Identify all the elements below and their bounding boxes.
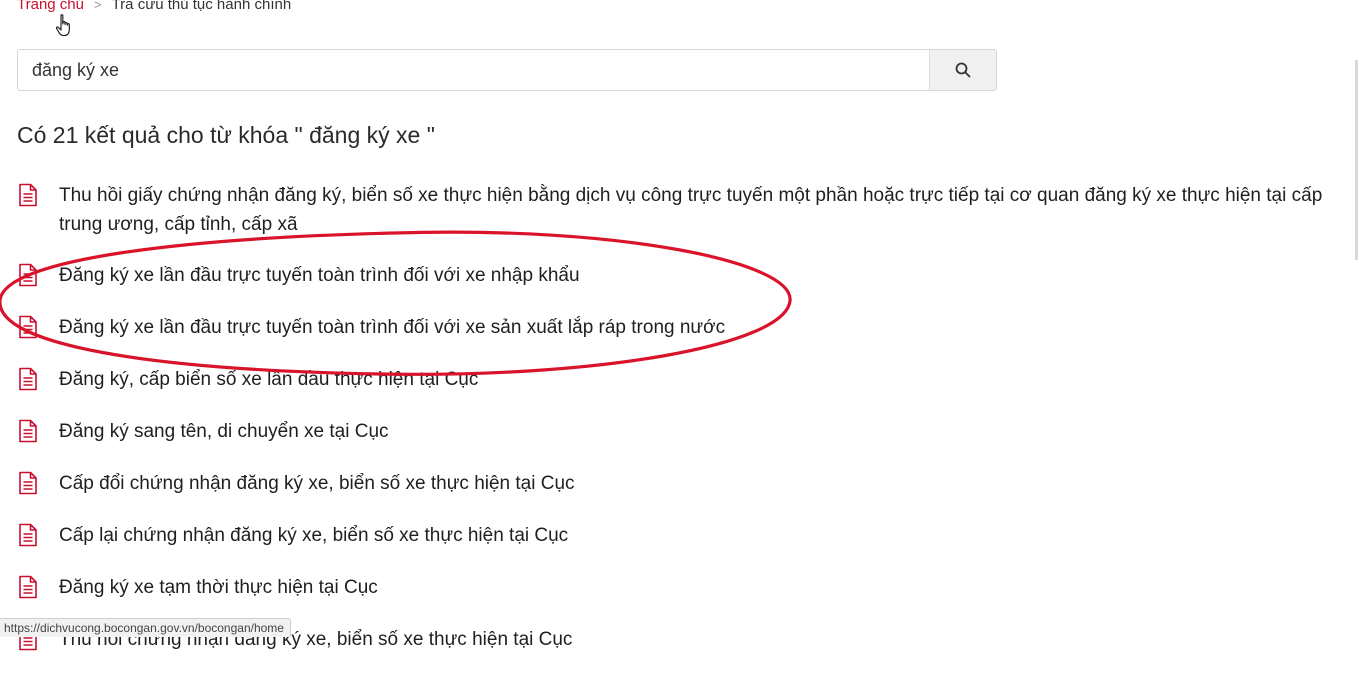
result-link[interactable]: Đăng ký xe tạm thời thực hiện tại Cục	[59, 573, 378, 602]
document-icon	[19, 263, 37, 287]
results-title: Có 21 kết quả cho từ khóa " đăng ký xe "	[17, 122, 435, 148]
result-link[interactable]: Cấp lại chứng nhận đăng ký xe, biển số x…	[59, 521, 568, 550]
result-item[interactable]: Đăng ký xe lần đầu trực tuyến toàn trình…	[17, 261, 1337, 290]
search-input[interactable]	[18, 50, 929, 90]
document-icon	[19, 523, 37, 547]
document-icon	[19, 575, 37, 599]
breadcrumb: Trang chủ > Tra cứu thủ tục hành chính	[17, 0, 291, 13]
result-link[interactable]: Đăng ký, cấp biển số xe lần đầu thực hiệ…	[59, 365, 478, 394]
breadcrumb-separator: >	[93, 0, 102, 12]
result-item[interactable]: Cấp đổi chứng nhận đăng ký xe, biển số x…	[17, 469, 1337, 498]
result-link[interactable]: Cấp đổi chứng nhận đăng ký xe, biển số x…	[59, 469, 575, 498]
result-link[interactable]: Đăng ký sang tên, di chuyển xe tại Cục	[59, 417, 389, 446]
document-icon	[19, 419, 37, 443]
hand-cursor-icon	[55, 14, 70, 37]
result-item[interactable]: Cấp lại chứng nhận đăng ký xe, biển số x…	[17, 521, 1337, 550]
results-list: Thu hồi giấy chứng nhận đăng ký, biển số…	[17, 181, 1337, 677]
result-item[interactable]: Đăng ký xe lần đầu trực tuyến toàn trình…	[17, 313, 1337, 342]
document-icon	[19, 183, 37, 207]
result-item[interactable]: Thu hồi giấy chứng nhận đăng ký, biển số…	[17, 181, 1337, 239]
breadcrumb-current: Tra cứu thủ tục hành chính	[111, 0, 292, 13]
breadcrumb-home-link[interactable]: Trang chủ	[17, 0, 84, 13]
result-link[interactable]: Đăng ký xe lần đầu trực tuyến toàn trình…	[59, 261, 580, 290]
document-icon	[19, 367, 37, 391]
document-icon	[19, 315, 37, 339]
result-item[interactable]: Đăng ký xe tạm thời thực hiện tại Cục	[17, 573, 1337, 602]
document-icon	[19, 471, 37, 495]
result-item[interactable]: Đăng ký sang tên, di chuyển xe tại Cục	[17, 417, 1337, 446]
search-bar	[17, 49, 997, 91]
result-link[interactable]: Đăng ký xe lần đầu trực tuyến toàn trình…	[59, 313, 725, 342]
result-item[interactable]: Đăng ký, cấp biển số xe lần đầu thực hiệ…	[17, 365, 1337, 394]
result-link[interactable]: Thu hồi giấy chứng nhận đăng ký, biển số…	[59, 181, 1337, 239]
search-button[interactable]	[929, 50, 996, 90]
status-bar-url: https://dichvucong.bocongan.gov.vn/bocon…	[0, 618, 291, 637]
search-icon	[955, 62, 971, 78]
